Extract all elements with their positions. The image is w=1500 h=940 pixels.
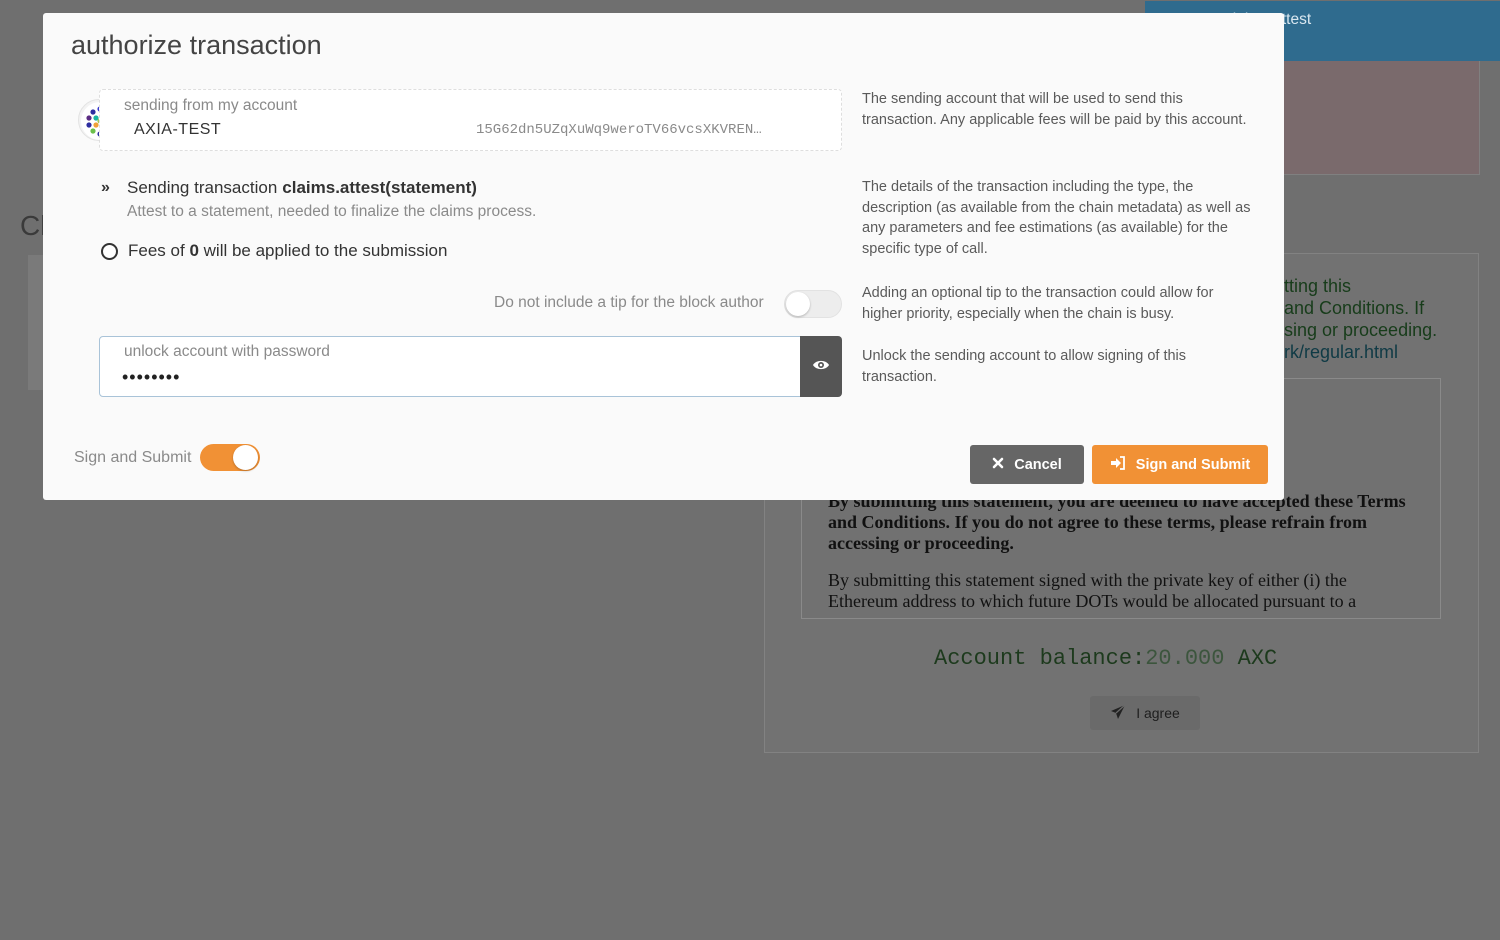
close-icon	[992, 457, 1004, 473]
transaction-description: Attest to a statement, needed to finaliz…	[127, 203, 537, 220]
fees-amount: 0	[189, 241, 199, 260]
paper-plane-icon	[1110, 704, 1126, 723]
cancel-button[interactable]: Cancel	[970, 445, 1084, 484]
transaction-prefix: Sending transaction	[127, 178, 278, 197]
sign-and-submit-button[interactable]: Sign and Submit	[1092, 445, 1268, 484]
account-label: sending from my account	[124, 97, 298, 114]
fees-prefix: Fees of	[128, 241, 185, 260]
account-address: 15G62dn5UZqXuWq9weroTV66vcsXKVREN…	[476, 122, 762, 138]
cancel-label: Cancel	[1014, 456, 1062, 473]
help-account: The sending account that will be used to…	[862, 91, 1247, 128]
terms-fragment-line: and Conditions. If	[1284, 298, 1425, 318]
password-label: unlock account with password	[124, 343, 330, 360]
authorize-transaction-modal: authorize transaction sending from my ac…	[43, 13, 1284, 500]
tip-toggle-label: Do not include a tip for the block autho…	[494, 294, 764, 311]
help-unlock: Unlock the sending account to allow sign…	[862, 348, 1187, 385]
sign-and-submit-label: Sign and Submit	[1135, 456, 1251, 473]
tip-toggle[interactable]	[784, 290, 842, 318]
fees-suffix: will be applied to the submission	[203, 241, 448, 260]
password-input[interactable]	[122, 365, 782, 389]
balance-label: Account balance:	[934, 646, 1146, 671]
modal-title: authorize transaction	[71, 30, 322, 60]
account-balance: Account balance:20.000 AXC	[934, 646, 1277, 671]
terms-link-fragment[interactable]: rk/regular.html	[1284, 341, 1437, 363]
terms-paragraph: By submitting this statement signed with…	[828, 570, 1357, 611]
toggle-knob	[786, 292, 810, 316]
eye-icon	[812, 358, 830, 376]
transaction-call: claims.attest(statement)	[282, 178, 477, 197]
account-name: AXIA-TEST	[134, 121, 222, 138]
help-details: The details of the transaction including…	[862, 179, 1251, 258]
sign-submit-toggle[interactable]	[200, 444, 260, 471]
sign-submit-toggle-label: Sign and Submit	[74, 449, 192, 466]
password-field[interactable]: unlock account with password	[99, 336, 801, 397]
terms-fragment-line: sing or proceeding.	[1284, 320, 1438, 340]
sending-account-selector[interactable]: sending from my account AXIA-TEST 15G62d…	[99, 89, 842, 151]
terms-fragment-line: tting this	[1284, 276, 1352, 296]
i-agree-label: I agree	[1136, 705, 1180, 721]
balance-unit: AXC	[1237, 646, 1278, 671]
i-agree-button[interactable]: I agree	[1090, 696, 1200, 730]
balance-value: 20.000	[1145, 646, 1225, 671]
sign-in-icon	[1110, 455, 1126, 474]
help-tip: Adding an optional tip to the transactio…	[862, 285, 1214, 322]
background-terms-fragment: tting this and Conditions. If sing or pr…	[1284, 275, 1437, 363]
terms-bold-paragraph: By submitting this statement, you are de…	[828, 491, 1406, 553]
background-left-panel	[28, 255, 44, 390]
show-password-button[interactable]	[800, 336, 842, 397]
fees-summary[interactable]: Fees of 0 will be applied to the submiss…	[101, 241, 447, 261]
chevron-double-right-icon: »	[101, 179, 110, 196]
fees-radio-icon	[101, 242, 118, 260]
terms-text: By submitting this statement, you are de…	[828, 491, 1408, 618]
toggle-knob	[233, 445, 258, 470]
transaction-summary[interactable]: » Sending transaction claims.attest(stat…	[101, 178, 477, 198]
